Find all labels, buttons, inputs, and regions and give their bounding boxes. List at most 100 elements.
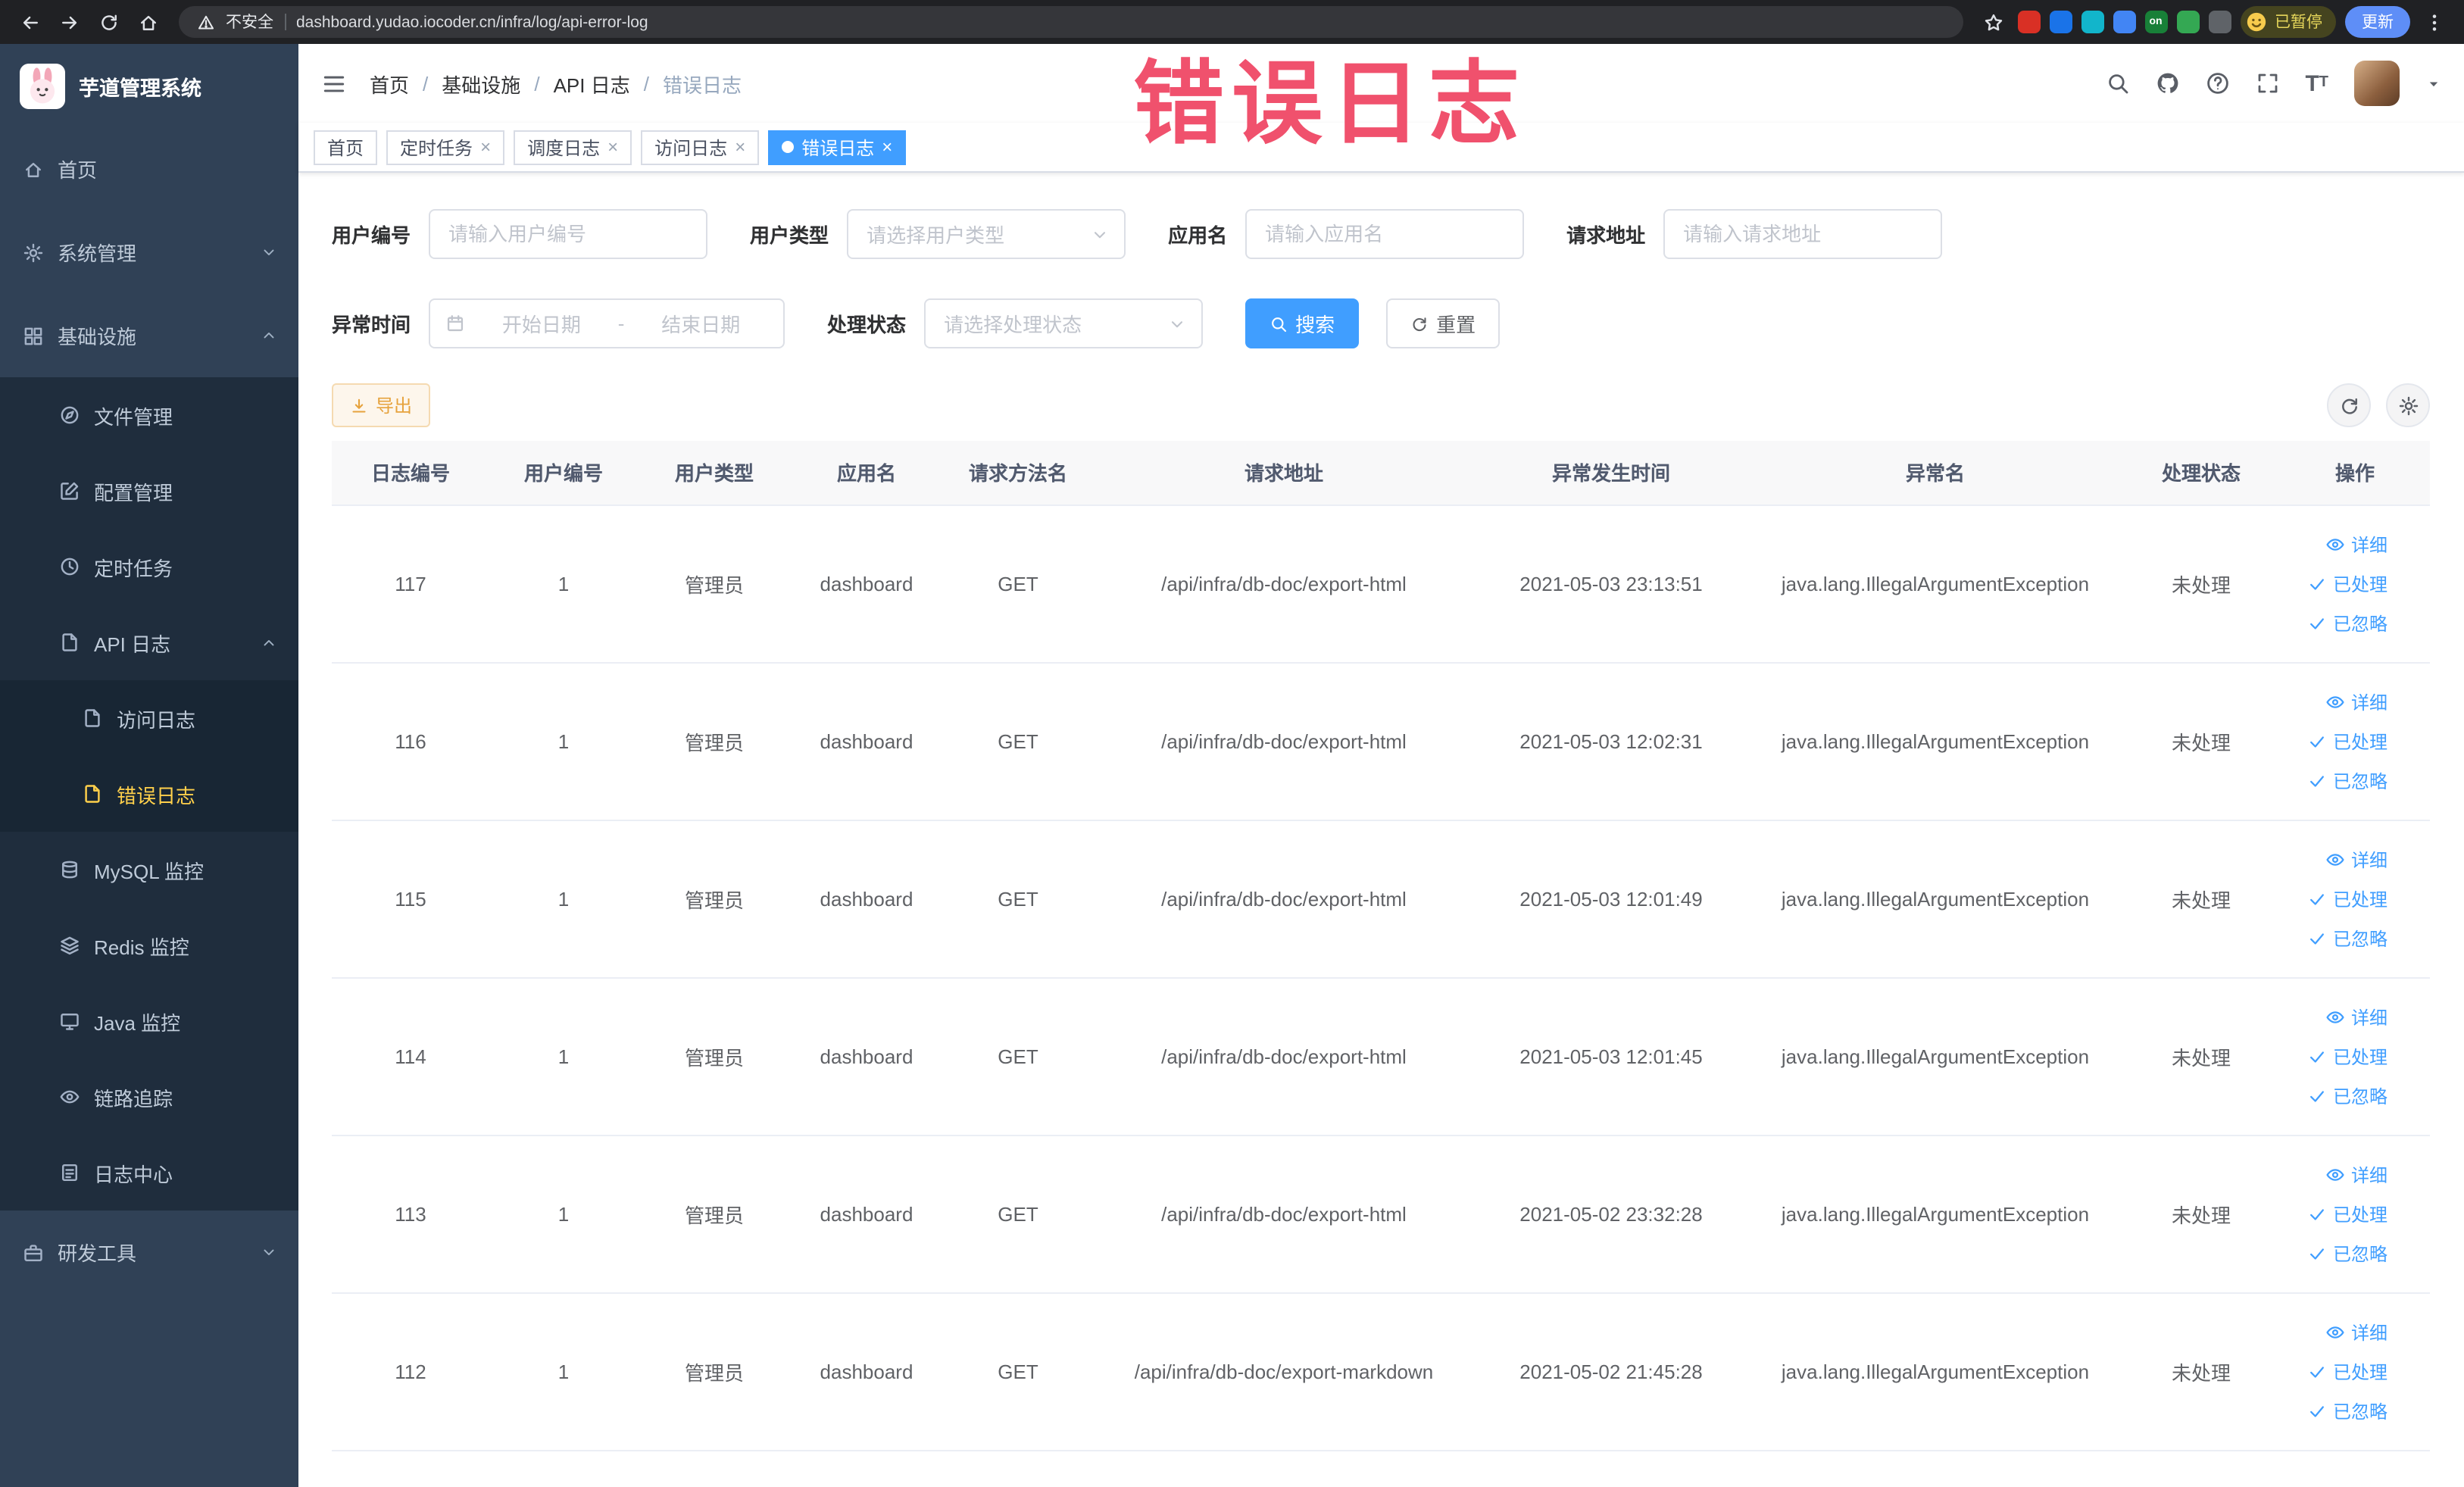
sidebar-item-system[interactable]: 系统管理 — [0, 211, 298, 294]
exception-time-range[interactable]: 开始日期 - 结束日期 — [429, 298, 785, 348]
row-action-ignored[interactable]: 已忽略 — [2286, 1233, 2424, 1273]
star-icon[interactable] — [1978, 7, 2008, 37]
cell-time: 2021-05-03 12:01:49 — [1474, 820, 1748, 978]
avatar[interactable] — [2354, 61, 2400, 106]
column-settings-button[interactable] — [2386, 383, 2430, 427]
tab-close-icon[interactable]: × — [882, 138, 892, 156]
reset-button[interactable]: 重置 — [1386, 298, 1501, 348]
sidebar-item-config[interactable]: 配置管理 — [0, 453, 298, 529]
search-icon[interactable] — [2105, 71, 2129, 95]
profile-chip[interactable]: 已暂停 — [2240, 6, 2336, 38]
sidebar-item-java[interactable]: Java 监控 — [0, 983, 298, 1059]
forward-icon[interactable] — [55, 7, 85, 37]
top-navbar: 首页 / 基础设施 / API 日志 / 错误日志 TT — [298, 44, 2464, 123]
ext-5-extension-icon[interactable]: on — [2144, 11, 2167, 33]
column-header: 请求方法名 — [942, 441, 1094, 505]
ext-3-extension-icon[interactable] — [2081, 11, 2103, 33]
app-logo[interactable]: 芋道管理系统 — [0, 44, 298, 127]
row-action-ignored[interactable]: 已忽略 — [2286, 1391, 2424, 1430]
filter-request-url: 请求地址 — [1566, 209, 1943, 259]
tab-job[interactable]: 定时任务 × — [386, 130, 505, 164]
row-action-detail[interactable]: 详细 — [2286, 524, 2424, 564]
sidebar-item-home[interactable]: 首页 — [0, 127, 298, 211]
caret-down-icon[interactable] — [2425, 75, 2442, 92]
tab-access-log[interactable]: 访问日志 × — [641, 130, 760, 164]
action-label: 已处理 — [2332, 573, 2387, 595]
sidebar-item-mysql[interactable]: MySQL 监控 — [0, 832, 298, 908]
tab-close-icon[interactable]: × — [480, 138, 491, 156]
question-icon[interactable] — [2205, 71, 2229, 95]
reload-icon[interactable] — [94, 7, 124, 37]
export-button[interactable]: 导出 — [332, 383, 431, 427]
github-icon[interactable] — [2155, 71, 2179, 95]
kebab-menu-icon[interactable] — [2419, 7, 2450, 37]
search-button[interactable]: 搜索 — [1245, 298, 1360, 348]
row-action-detail[interactable]: 详细 — [2286, 997, 2424, 1036]
breadcrumb-item[interactable]: 基础设施 — [442, 69, 520, 98]
sidebar-item-infra[interactable]: 基础设施 — [0, 294, 298, 377]
home-icon[interactable] — [133, 7, 164, 37]
row-action-detail[interactable]: 详细 — [2286, 839, 2424, 879]
back-icon[interactable] — [15, 7, 45, 37]
cell-actions: 详细 已处理 已忽略 — [2280, 662, 2430, 820]
row-action-processed[interactable]: 已处理 — [2286, 564, 2424, 603]
row-action-ignored[interactable]: 已忽略 — [2286, 761, 2424, 800]
row-action-processed[interactable]: 已处理 — [2286, 721, 2424, 761]
request-url-input[interactable] — [1663, 209, 1943, 259]
row-action-processed[interactable]: 已处理 — [2286, 1194, 2424, 1233]
ext-2-extension-icon[interactable] — [2049, 11, 2072, 33]
sidebar-item-dev-tools[interactable]: 研发工具 — [0, 1211, 298, 1294]
tab-job-log[interactable]: 调度日志 × — [514, 130, 632, 164]
fontsize-icon[interactable]: TT — [2305, 72, 2328, 95]
cell-method: GET — [942, 662, 1094, 820]
cell-exception: java.lang.IllegalArgumentException — [1748, 1135, 2122, 1293]
sidebar-item-label: Java 监控 — [94, 1011, 181, 1034]
security-label: 不安全 — [226, 14, 273, 32]
process-status-select[interactable]: 请选择处理状态 — [924, 298, 1204, 348]
cell-time: 2021-05-02 23:32:28 — [1474, 1135, 1748, 1293]
breadcrumb-item[interactable]: 首页 — [370, 69, 409, 98]
breadcrumb-item[interactable]: API 日志 — [554, 69, 630, 98]
row-action-detail[interactable]: 详细 — [2286, 682, 2424, 721]
ext-4-extension-icon[interactable] — [2113, 11, 2135, 33]
user-type-select[interactable]: 请选择用户类型 — [847, 209, 1126, 259]
app-name-input[interactable] — [1245, 209, 1525, 259]
fullscreen-icon[interactable] — [2255, 71, 2279, 95]
update-button[interactable]: 更新 — [2345, 6, 2410, 38]
tab-close-icon[interactable]: × — [735, 138, 745, 156]
tab-home[interactable]: 首页 — [314, 130, 378, 164]
row-action-processed[interactable]: 已处理 — [2286, 1351, 2424, 1391]
row-action-ignored[interactable]: 已忽略 — [2286, 603, 2424, 642]
row-action-ignored[interactable]: 已忽略 — [2286, 918, 2424, 957]
row-action-detail[interactable]: 详细 — [2286, 1312, 2424, 1351]
ext-1-extension-icon[interactable] — [2017, 11, 2040, 33]
sidebar-item-log-center[interactable]: 日志中心 — [0, 1135, 298, 1211]
check-icon — [2307, 1361, 2327, 1381]
row-action-processed[interactable]: 已处理 — [2286, 1036, 2424, 1076]
sidebar-item-label: 错误日志 — [117, 784, 196, 807]
tab-error-log[interactable]: 错误日志 × — [768, 130, 907, 164]
sidebar-item-file[interactable]: 文件管理 — [0, 377, 298, 453]
row-action-processed[interactable]: 已处理 — [2286, 879, 2424, 918]
ext-7-extension-icon[interactable] — [2208, 11, 2231, 33]
sidebar-item-job[interactable]: 定时任务 — [0, 529, 298, 604]
case-icon — [23, 1242, 44, 1263]
action-label: 已忽略 — [2332, 613, 2387, 634]
refresh-button[interactable] — [2327, 383, 2371, 427]
row-action-detail[interactable]: 详细 — [2286, 1154, 2424, 1194]
cell-status: 未处理 — [2122, 1292, 2280, 1451]
tab-close-icon[interactable]: × — [607, 138, 618, 156]
ext-6-extension-icon[interactable] — [2176, 11, 2199, 33]
address-bar[interactable]: 不安全 dashboard.yudao.iocoder.cn/infra/log… — [179, 6, 1963, 38]
cell-actions: 详细已处理已忽略 — [2280, 505, 2430, 663]
sidebar-item-access-log[interactable]: 访问日志 — [0, 680, 298, 756]
sidebar-item-trace[interactable]: 链路追踪 — [0, 1059, 298, 1135]
sidebar-item-api-log[interactable]: API 日志 — [0, 604, 298, 680]
row-action-ignored[interactable]: 已忽略 — [2286, 1076, 2424, 1115]
cell-exception: java.lang.IllegalArgumentException — [1748, 820, 2122, 978]
action-label: 已处理 — [2332, 1204, 2387, 1225]
hamburger-icon[interactable] — [321, 70, 347, 96]
sidebar-item-error-log[interactable]: 错误日志 — [0, 756, 298, 832]
sidebar-item-redis[interactable]: Redis 监控 — [0, 908, 298, 983]
user-id-input[interactable] — [429, 209, 708, 259]
